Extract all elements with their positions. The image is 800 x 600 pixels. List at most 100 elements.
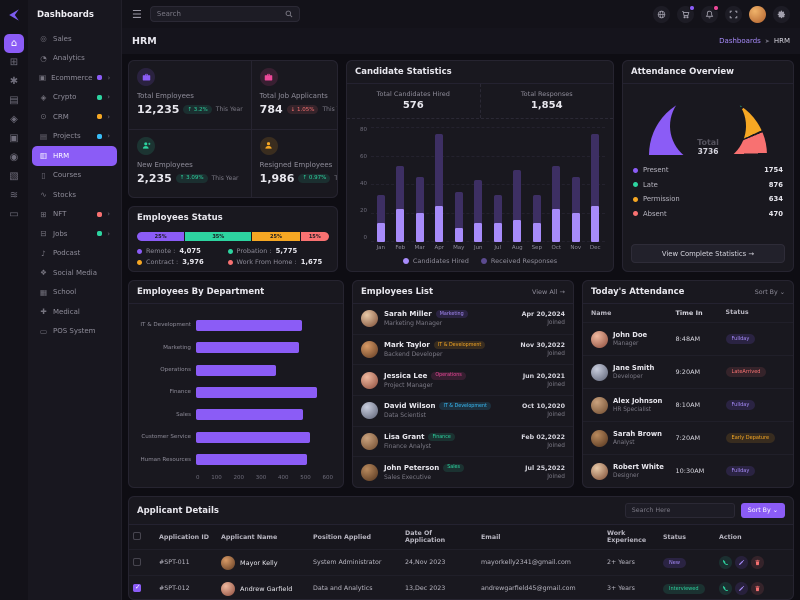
attendee-name: John Doe bbox=[613, 331, 647, 339]
sidebar-item-crypto[interactable]: ◈Crypto› bbox=[32, 88, 117, 108]
sidebar-item-social-media[interactable]: ❖Social Media bbox=[32, 263, 117, 283]
joined-label: Joined bbox=[522, 412, 565, 418]
apps-icon[interactable]: ⊞ bbox=[4, 53, 24, 72]
y-tick-label: 40 bbox=[355, 181, 367, 187]
bar-feb bbox=[396, 127, 404, 242]
sidebar-item-medical[interactable]: ✚Medical bbox=[32, 302, 117, 322]
attendance-row[interactable]: Robert WhiteDesigner10:30AMFullday bbox=[583, 455, 793, 487]
plugins-icon[interactable]: ✱ bbox=[4, 72, 24, 91]
candidate-summary: Total Candidates Hired 576 Total Respons… bbox=[347, 84, 613, 119]
row-checkbox[interactable] bbox=[133, 558, 141, 566]
sidebar-item-analytics[interactable]: ◔Analytics bbox=[32, 49, 117, 69]
media-icon[interactable]: ◉ bbox=[4, 148, 24, 167]
sidebar-item-projects[interactable]: ▤Projects› bbox=[32, 127, 117, 147]
sidebar-item-courses[interactable]: ▯Courses bbox=[32, 166, 117, 186]
applicant-row[interactable]: #SPT-011Mayor KellySystem Administrator2… bbox=[129, 550, 793, 576]
notification-dot bbox=[97, 75, 102, 80]
x-tick-label: Jan bbox=[375, 245, 387, 251]
select-all-checkbox[interactable] bbox=[133, 532, 141, 540]
candidate-statistics-card: Candidate Statistics Total Candidates Hi… bbox=[346, 60, 614, 272]
attendance-sort-by[interactable]: Sort By ⌄ bbox=[755, 289, 785, 296]
language-icon[interactable] bbox=[653, 6, 670, 23]
sidebar-item-hrm[interactable]: ▥HRM bbox=[32, 146, 117, 166]
user-avatar[interactable] bbox=[749, 6, 766, 23]
legend-label: Late bbox=[643, 181, 658, 189]
sidebar-item-pos-system[interactable]: ▭POS System bbox=[32, 322, 117, 342]
gallery-icon[interactable]: ▧ bbox=[4, 167, 24, 186]
employees-list-card: Employees List View All → Sarah MillerMa… bbox=[352, 280, 574, 488]
app-logo-icon[interactable] bbox=[5, 6, 23, 24]
social-media-icon: ❖ bbox=[39, 268, 48, 277]
candidates-hired-segment bbox=[533, 223, 541, 242]
department-tag: IT & Development bbox=[439, 402, 490, 410]
joined-label: Joined bbox=[525, 474, 565, 480]
column-header-applicant-name: Applicant Name bbox=[217, 525, 309, 550]
sidebar-item-podcast[interactable]: ♪Podcast bbox=[32, 244, 117, 264]
sidebar-item-nft[interactable]: ⊞NFT› bbox=[32, 205, 117, 225]
attendance-row[interactable]: Jane SmithDeveloper9:20AMLateArrived bbox=[583, 356, 793, 389]
delete-button[interactable] bbox=[751, 556, 764, 569]
employee-list-item[interactable]: Sarah MillerMarketingMarketing ManagerAp… bbox=[353, 304, 573, 335]
row-checkbox[interactable] bbox=[133, 584, 141, 592]
attendance-row[interactable]: Alex JohnsonHR Specialist8:10AMFullday bbox=[583, 389, 793, 422]
status-segment: 35% bbox=[185, 232, 251, 241]
stat-card-resigned-employees: Resigned Employees1,986↑ 0.97%This Year bbox=[252, 130, 338, 198]
pages-icon[interactable]: ▤ bbox=[4, 91, 24, 110]
settings-icon[interactable] bbox=[773, 6, 790, 23]
search-input[interactable] bbox=[157, 10, 281, 18]
employee-list-item[interactable]: David WilsonIT & DevelopmentData Scienti… bbox=[353, 396, 573, 427]
bonus-icon[interactable]: ▣ bbox=[4, 129, 24, 148]
attendance-row[interactable]: John DoeManager8:48AMFullday bbox=[583, 323, 793, 356]
application-date: 13,Dec 2023 bbox=[401, 576, 477, 600]
home-icon[interactable]: ⌂ bbox=[4, 34, 24, 53]
view-complete-statistics-button[interactable]: View Complete Statistics → bbox=[631, 244, 785, 263]
stat-value: 784 bbox=[260, 103, 283, 116]
sidebar-item-school[interactable]: ▦School bbox=[32, 283, 117, 303]
employee-list-item[interactable]: Lisa GrantFinanceFinance AnalystFeb 02,2… bbox=[353, 427, 573, 458]
y-tick-label: 20 bbox=[355, 208, 367, 214]
legend-label: Probation : bbox=[237, 247, 272, 255]
bell-icon[interactable] bbox=[701, 6, 718, 23]
employee-list-item[interactable]: John PetersonSalesSales ExecutiveJul 25,… bbox=[353, 457, 573, 487]
call-button[interactable] bbox=[719, 556, 732, 569]
sidebar-item-sales[interactable]: ◎Sales bbox=[32, 29, 117, 49]
status-segment: 25% bbox=[252, 232, 299, 241]
sidebar-item-crm[interactable]: ⊙CRM› bbox=[32, 107, 117, 127]
attendance-overview-card: Attendance Overview Total 3736 bbox=[622, 60, 794, 272]
edit-button[interactable] bbox=[735, 556, 748, 569]
attendance-row[interactable]: Sarah BrownAnalyst7:20AMEarly Depature bbox=[583, 422, 793, 455]
application-id: #SPT-012 bbox=[155, 576, 217, 600]
tables-icon[interactable]: ▭ bbox=[4, 205, 24, 224]
sidebar-item-jobs[interactable]: ⊟Jobs› bbox=[32, 224, 117, 244]
menu-toggle-icon[interactable]: ☰ bbox=[132, 8, 142, 21]
sidebar-item-label: School bbox=[53, 288, 110, 296]
chart-legend-item: Candidates Hired bbox=[403, 257, 469, 265]
applicant-sort-by-button[interactable]: Sort By ⌄ bbox=[741, 503, 785, 518]
breadcrumb-dashboards[interactable]: Dashboards bbox=[719, 37, 761, 45]
department-label: Customer Service bbox=[135, 434, 191, 440]
join-date: Feb 02,2022 bbox=[521, 434, 565, 441]
employee-role: Sales Executive bbox=[384, 474, 519, 481]
sidebar-item-label: Analytics bbox=[53, 54, 110, 62]
applicant-row[interactable]: #SPT-012Andrew GarfieldData and Analytic… bbox=[129, 576, 793, 600]
department-tag: IT & Development bbox=[434, 341, 485, 349]
sales-icon: ◎ bbox=[39, 34, 48, 43]
charts-icon[interactable]: ≋ bbox=[4, 186, 24, 205]
widgets-icon[interactable]: ◈ bbox=[4, 110, 24, 129]
sidebar-item-stocks[interactable]: ∿Stocks bbox=[32, 185, 117, 205]
call-button[interactable] bbox=[719, 582, 732, 595]
view-all-link[interactable]: View All → bbox=[532, 288, 565, 296]
delete-button[interactable] bbox=[751, 582, 764, 595]
edit-button[interactable] bbox=[735, 582, 748, 595]
medical-icon: ✚ bbox=[39, 307, 48, 316]
sidebar-item-ecommerce[interactable]: ▣Ecommerce› bbox=[32, 68, 117, 88]
applicant-search-input[interactable] bbox=[632, 507, 728, 514]
status-badge: Fullday bbox=[726, 400, 756, 410]
employees-status-title: Employees Status bbox=[129, 207, 337, 225]
fullscreen-icon[interactable] bbox=[725, 6, 742, 23]
employee-list-item[interactable]: Mark TaylorIT & DevelopmentBackend Devel… bbox=[353, 335, 573, 366]
cart-icon[interactable] bbox=[677, 6, 694, 23]
stat-change-badge: ↑ 3.09% bbox=[176, 174, 208, 183]
employee-list-item[interactable]: Jessica LeeOperationsProject ManagerJun … bbox=[353, 365, 573, 396]
stat-value: 12,235 bbox=[137, 103, 179, 116]
